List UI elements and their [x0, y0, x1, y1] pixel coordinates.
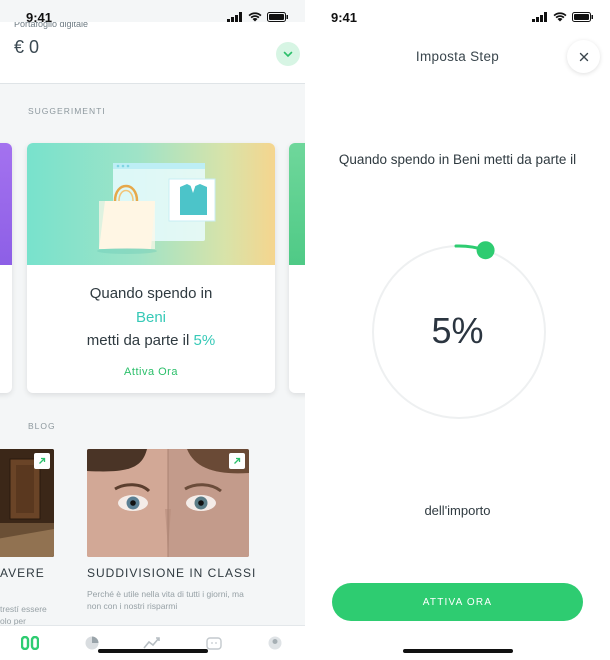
card-category: Beni [135, 309, 167, 326]
arrow-up-right-icon [39, 457, 46, 464]
card-illustration [27, 143, 275, 265]
activate-now-link[interactable]: Attiva Ora [27, 366, 275, 378]
shopping-illustration [97, 163, 216, 254]
status-icons [227, 12, 289, 22]
balance-header: Portafoglio digitale € 0 [0, 22, 305, 84]
wifi-icon [553, 12, 567, 22]
suggestion-card[interactable]: Quando spendo in Beni metti da parte il … [27, 143, 275, 393]
tab-profile[interactable] [265, 634, 285, 652]
blog-image-doors[interactable] [0, 449, 54, 557]
status-icons [532, 12, 594, 22]
profile-icon [268, 636, 282, 650]
blog-image-faces[interactable] [87, 449, 249, 557]
blog-title[interactable]: SUDDIVISIONE IN CLASSI [87, 566, 256, 580]
signal-icon [532, 12, 547, 22]
battery-icon [572, 12, 593, 22]
set-step-screen: 9:41 Imposta Step Quando spendo in Beni … [305, 0, 610, 660]
close-icon [579, 52, 588, 61]
card-image [0, 143, 12, 265]
suggestions-screen: 9:41 Portafoglio digitale € 0 SUGGERIMEN… [0, 0, 305, 660]
blog-description: trestí essere olo per [0, 604, 47, 626]
dial-knob[interactable] [476, 241, 495, 260]
wifi-icon [248, 12, 262, 22]
close-button[interactable] [567, 40, 600, 73]
battery-icon [267, 12, 288, 22]
blog-description: Perché è utile nella vita di tutti i gio… [87, 589, 244, 611]
home-indicator [403, 649, 513, 653]
card-line-3: metti da parte il 5% [27, 332, 275, 349]
piggy-icon [206, 637, 222, 650]
expand-button[interactable] [276, 42, 300, 66]
page-title: Imposta Step [415, 49, 500, 64]
card-image [289, 143, 305, 265]
dial-value: 5% [431, 310, 484, 351]
suggestion-card-next[interactable] [289, 143, 305, 393]
activate-button[interactable]: ATTIVA ORA [332, 583, 583, 621]
home-indicator [98, 649, 208, 653]
faces-photo [87, 449, 249, 557]
suggestions-label: SUGGERIMENTI [28, 106, 106, 116]
blog-label: BLOG [28, 421, 56, 431]
status-bar: 9:41 [305, 0, 610, 34]
balance-label: Portafoglio digitale [14, 22, 89, 29]
status-time: 9:41 [331, 10, 358, 25]
arrow-up-right-icon [234, 457, 241, 464]
home-icon [21, 636, 39, 650]
rule-sentence: Quando spendo in Beni metti da parte il [338, 152, 577, 167]
external-link-badge [229, 453, 245, 469]
card-line-1: Quando spendo in [89, 285, 213, 302]
tab-home[interactable] [20, 634, 40, 652]
suggestion-card-prev[interactable] [0, 143, 12, 393]
chart-icon [143, 637, 160, 649]
amount-suffix: dell'importo [424, 503, 491, 518]
signal-icon [227, 12, 242, 22]
balance-amount: € 0 [14, 37, 40, 57]
blog-title[interactable]: AVERE [0, 566, 45, 580]
card-line-3-text: metti da parte il [86, 332, 194, 349]
external-link-badge [34, 453, 50, 469]
tab-bar [0, 625, 305, 660]
chevron-down-icon [283, 51, 293, 57]
card-percent: 5% [193, 332, 216, 349]
